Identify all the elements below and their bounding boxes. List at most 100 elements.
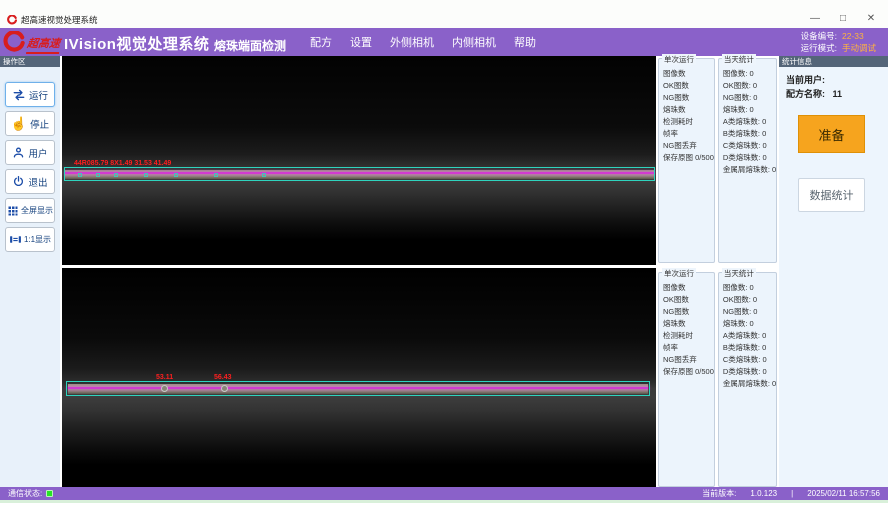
daily-stats-groupbox: 当天统计 图像数: 0 OK图数: 0 NG图数: 0 熔珠数: 0 A类熔珠数…	[718, 58, 777, 263]
stats-section-lower: 单次运行 图像数 OK图数 NG图数 熔珠数 检测耗时 帧率	[658, 272, 777, 487]
camera-view-upper: 44R085.79 8X1.49 31.53 41.49	[62, 56, 656, 265]
prepare-button[interactable]: 准备	[798, 115, 865, 153]
camera-view-lower: 53.11 56.43	[62, 268, 656, 487]
fullscreen-button[interactable]: 全屏显示	[5, 198, 55, 223]
single-run-groupbox: 单次运行 图像数 OK图数 NG图数 熔珠数 检测耗时 帧率	[658, 272, 715, 487]
current-user-label: 当前用户:	[786, 75, 825, 85]
one-to-one-icon	[9, 233, 22, 246]
one-to-one-button-label: 1:1显示	[24, 234, 51, 245]
fullscreen-button-label: 全屏显示	[21, 205, 53, 216]
single-run-groupbox: 单次运行 图像数 OK图数 NG图数 熔珠数 检测耗时 帧率	[658, 58, 715, 263]
hand-icon: ☝	[11, 117, 27, 130]
recipe-name-value: 11	[833, 89, 843, 99]
stat-row: 帧率	[663, 342, 714, 354]
daily-stats-groupbox: 当天统计 图像数: 0 OK图数: 0 NG图数: 0 熔珠数: 0 A类熔珠数…	[718, 272, 777, 487]
status-bar: 通信状态: 当前版本: 1.0.123 | 2025/02/11 16:57:5…	[0, 487, 888, 500]
stat-row: 熔珠数	[663, 318, 714, 330]
stat-row: 图像数: 0	[723, 282, 776, 294]
menu-item[interactable]: 帮助	[514, 34, 536, 50]
stat-row: 检测耗时	[663, 116, 714, 128]
info-panel-title: 统计信息	[779, 56, 888, 67]
daily-stats-title: 当天统计	[722, 268, 756, 279]
menu-item[interactable]: 外侧相机	[390, 34, 434, 50]
stat-row: 帧率	[663, 128, 714, 140]
window-controls: — □ ✕	[806, 12, 880, 26]
stat-row: OK图数	[663, 294, 714, 306]
stat-row: D类熔珠数: 0	[723, 152, 776, 164]
menu-item[interactable]: 设置	[350, 34, 372, 50]
stat-row: D类熔珠数: 0	[723, 366, 776, 378]
stat-row: NG图丢弃	[663, 354, 714, 366]
stop-button-label: 停止	[30, 117, 49, 131]
stat-row: C类熔珠数: 0	[723, 140, 776, 152]
stats-section-upper: 单次运行 图像数 OK图数 NG图数 熔珠数 检测耗时 帧率	[658, 58, 777, 263]
stat-row: A类熔珠数: 0	[723, 116, 776, 128]
datetime-value: 2025/02/11 16:57:56	[807, 489, 880, 498]
menu-item[interactable]: 内侧相机	[452, 34, 496, 50]
camera-image-lower	[62, 268, 656, 487]
maximize-button[interactable]: □	[834, 12, 852, 26]
minimize-button[interactable]: —	[806, 12, 824, 26]
stat-row: OK图数: 0	[723, 294, 776, 306]
app-title: IVision视觉处理系统	[64, 33, 209, 54]
comm-status-led	[46, 490, 53, 497]
stat-row: 图像数	[663, 68, 714, 80]
recipe-name-row: 配方名称: 11	[786, 87, 881, 101]
bead-mark	[161, 385, 168, 392]
stat-row: NG图数: 0	[723, 306, 776, 318]
defect-mark	[96, 173, 100, 177]
stat-row: 熔珠数: 0	[723, 318, 776, 330]
power-icon	[12, 175, 25, 188]
data-statistics-button[interactable]: 数据统计	[798, 178, 865, 212]
detection-roi-lower	[66, 381, 650, 396]
stat-row: NG图数	[663, 306, 714, 318]
close-button[interactable]: ✕	[862, 12, 880, 26]
one-to-one-button[interactable]: 1:1显示	[5, 227, 55, 252]
stat-row: 熔珠数: 0	[723, 104, 776, 116]
window-title: 超高速视觉处理系统	[7, 14, 98, 26]
device-number-label: 设备编号:	[801, 30, 837, 42]
defect-mark	[78, 173, 82, 177]
run-mode-label: 运行模式:	[801, 42, 837, 54]
stats-column: 单次运行 图像数 OK图数 NG图数 熔珠数 检测耗时 帧率	[658, 56, 777, 487]
stat-row: NG图数: 0	[723, 92, 776, 104]
run-button-label: 运行	[29, 88, 48, 102]
version-value: 1.0.123	[750, 489, 777, 498]
stat-row: OK图数	[663, 80, 714, 92]
brand-name: 超高速	[26, 35, 61, 54]
cycle-arrows-icon	[12, 88, 26, 102]
run-button[interactable]: 运行	[5, 82, 55, 107]
measurement-annotation-upper: 44R085.79 8X1.49 31.53 41.49	[74, 160, 171, 167]
defect-mark	[214, 173, 218, 177]
measurement-label-2: 56.43	[214, 374, 232, 381]
desktop-edge	[0, 500, 888, 503]
stat-row: 图像数	[663, 282, 714, 294]
stat-row: A类熔珠数: 0	[723, 330, 776, 342]
menubar: 配方 设置 外侧相机 内侧相机 帮助	[310, 28, 536, 56]
stat-row: B类熔珠数: 0	[723, 342, 776, 354]
comm-status-label: 通信状态:	[8, 488, 42, 499]
app-subtitle: 熔珠端面检测	[214, 37, 286, 54]
app-header: 超高速 IVision视觉处理系统 熔珠端面检测 配方 设置 外侧相机 内侧相机…	[0, 28, 888, 56]
user-button[interactable]: 用户	[5, 140, 55, 165]
stat-row: OK图数: 0	[723, 80, 776, 92]
exit-button[interactable]: 退出	[5, 169, 55, 194]
app-window: 超高速视觉处理系统 — □ ✕ 超高速 IVision视觉处理系统 熔珠端面检测…	[0, 0, 888, 522]
operation-sidebar: 操作区 运行 ☝ 停止 用户 退出	[0, 56, 60, 487]
user-icon	[12, 146, 25, 159]
status-separator: |	[791, 489, 793, 498]
defect-mark	[144, 173, 148, 177]
daily-stats-title: 当天统计	[722, 54, 756, 65]
window-title-text: 超高速视觉处理系统	[21, 14, 98, 26]
stat-row: C类熔珠数: 0	[723, 354, 776, 366]
defect-mark	[262, 173, 266, 177]
statistics-info-panel: 统计信息 当前用户: 配方名称: 11 准备 数据统计	[779, 56, 888, 487]
stop-button[interactable]: ☝ 停止	[5, 111, 55, 136]
app-logo-icon	[7, 15, 17, 25]
stat-row: 图像数: 0	[723, 68, 776, 80]
menu-item[interactable]: 配方	[310, 34, 332, 50]
sidebar-buttons: 运行 ☝ 停止 用户 退出	[0, 67, 60, 252]
defect-mark	[174, 173, 178, 177]
device-info: 设备编号: 22-33 运行模式: 手动调试	[801, 30, 876, 54]
fullscreen-grid-icon	[7, 205, 19, 217]
